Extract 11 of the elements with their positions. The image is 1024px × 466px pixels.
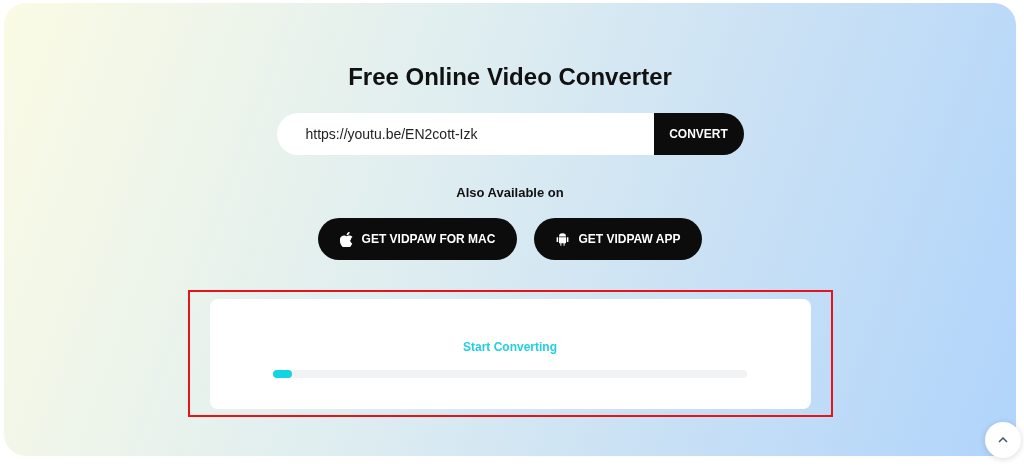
also-available-label: Also Available on (456, 185, 564, 200)
status-text: Start Converting (463, 339, 557, 354)
convert-button[interactable]: CONVERT (653, 113, 744, 155)
android-icon (556, 231, 570, 247)
download-button[interactable]: GET VIDPAW FOR MAC (317, 218, 518, 260)
scroll-top-button[interactable] (985, 422, 1021, 458)
page-title: Free Online Video Converter (348, 62, 672, 92)
chevron-up-icon (998, 437, 1008, 443)
url-field[interactable]: https://youtu.be/EN2cott-Izk (276, 113, 654, 155)
apple-icon (339, 231, 353, 247)
download-button[interactable]: GET VIDPAW APP (534, 218, 703, 260)
